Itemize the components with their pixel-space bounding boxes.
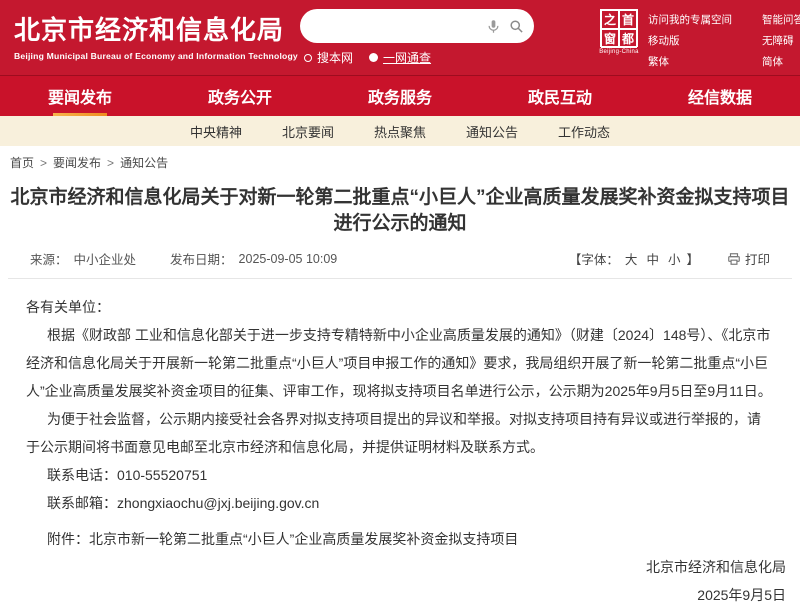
contact-phone-label: 联系电话： [47,467,117,483]
article-meta-row: 来源： 中小企业处 发布日期： 2025-09-05 10:09 【字体： 大 … [30,249,770,268]
font-size-medium-button[interactable]: 中 [646,249,659,268]
nav-item-government-services[interactable]: 政务服务 [320,76,480,116]
capital-window-grid: 之 首 窗 都 [600,9,638,47]
subnav-item-work-updates[interactable]: 工作动态 [558,122,610,141]
font-size-bracket-open: 【字体： [569,249,619,268]
site-brand[interactable]: 北京市经济和信息化局 Beijing Municipal Bureau of E… [14,10,298,61]
logo-char: 都 [619,29,637,48]
scope-one-net-search[interactable]: 一网通查 [369,49,431,66]
subnav-item-beijing-news[interactable]: 北京要闻 [282,122,334,141]
contact-email-value: zhongxiaochu@jxj.beijing.gov.cn [117,495,319,511]
nav-item-government-affairs[interactable]: 政务公开 [160,76,320,116]
article-body: 各有关单位： 根据《财政部 工业和信息化部关于进一步支持专精特新中小企业高质量发… [0,279,800,609]
sub-navigation: 中央精神 北京要闻 热点聚焦 通知公告 工作动态 [0,116,800,146]
signature-date: 2025年9月5日 [26,581,786,609]
attachment-name[interactable]: 北京市新一轮第二批重点“小巨人”企业高质量发展奖补资金拟支持项目 [89,531,518,547]
search-scope-options: 搜本网 一网通查 [300,49,534,66]
paragraph: 根据《财政部 工业和信息化部关于进一步支持专精特新中小企业高质量发展的通知》（财… [26,321,774,405]
article-meta-left: 来源： 中小企业处 发布日期： 2025-09-05 10:09 [30,249,337,268]
publish-date-label: 发布日期： [170,249,233,268]
nav-item-label: 经信数据 [688,84,752,108]
nav-item-label: 政民互动 [528,84,592,108]
logo-char: 窗 [601,29,619,48]
search-icon[interactable] [509,19,524,34]
subnav-item-central-spirit[interactable]: 中央精神 [190,122,242,141]
nav-item-label: 政务公开 [208,84,272,108]
subnav-item-hot-focus[interactable]: 热点聚焦 [374,122,426,141]
source-label: 来源： [30,249,68,268]
breadcrumb-news-release[interactable]: 要闻发布 [53,154,101,171]
publish-date-value: 2025-09-05 10:09 [239,252,338,266]
nav-item-label: 政务服务 [368,84,432,108]
logo-caption: Beijing-China [599,49,639,55]
font-size-bracket-close: 】 [686,249,699,268]
nav-item-public-interaction[interactable]: 政民互动 [480,76,640,116]
signature-organization: 北京市经济和信息化局 [26,553,786,581]
paragraph: 为便于社会监督，公示期内接受社会各界对拟支持项目提出的异议和举报。对拟支持项目持… [26,405,774,461]
logo-char: 之 [601,10,619,29]
active-tab-indicator [53,113,107,116]
source-value: 中小企业处 [74,249,137,268]
quick-links-column-2: 智能问答 无障碍 简体 [762,12,800,69]
contact-email-line: 联系邮箱：zhongxiaochu@jxj.beijing.gov.cn [26,489,774,517]
scope-label: 一网通查 [383,49,431,66]
attachment-label: 附件： [47,531,89,547]
nav-item-news-release[interactable]: 要闻发布 [0,76,160,116]
search-input[interactable] [314,19,478,34]
nav-item-label: 要闻发布 [48,84,112,108]
contact-phone-line: 联系电话：010-55520751 [26,461,774,489]
print-label: 打印 [745,249,770,268]
link-simplified-chinese[interactable]: 简体 [762,54,800,69]
link-mobile-version[interactable]: 移动版 [648,33,732,48]
link-accessibility[interactable]: 无障碍 [762,33,800,48]
print-button[interactable]: 打印 [727,249,770,268]
contact-phone-value: 010-55520751 [117,467,207,483]
font-size-large-button[interactable]: 大 [625,249,638,268]
breadcrumb-current-notices: 通知公告 [120,154,168,171]
radio-ring-icon [304,54,312,62]
article-title: 北京市经济和信息化局关于对新一轮第二批重点“小巨人”企业高质量发展奖补资金拟支持… [2,185,798,237]
breadcrumb-home[interactable]: 首页 [10,154,34,171]
scope-search-this-site[interactable]: 搜本网 [304,49,353,66]
logo-char: 首 [619,10,637,29]
microphone-icon[interactable] [486,19,501,34]
salutation: 各有关单位： [26,293,774,321]
attachment-line: 附件：北京市新一轮第二批重点“小巨人”企业高质量发展奖补资金拟支持项目 [26,525,774,553]
search-box[interactable] [300,9,534,43]
site-title: 北京市经济和信息化局 [14,10,298,47]
contact-email-label: 联系邮箱： [47,495,117,511]
breadcrumb-separator: > [40,156,47,170]
capital-window-logo[interactable]: 之 首 窗 都 Beijing-China [599,9,639,55]
nav-item-economic-data[interactable]: 经信数据 [640,76,800,116]
link-my-space[interactable]: 访问我的专属空间 [648,12,732,27]
printer-icon [727,252,741,266]
article-meta-wrap: 来源： 中小企业处 发布日期： 2025-09-05 10:09 【字体： 大 … [8,249,792,279]
site-header: 北京市经济和信息化局 Beijing Municipal Bureau of E… [0,0,800,75]
search-area: 搜本网 一网通查 [300,9,534,66]
scope-label: 搜本网 [317,49,353,66]
header-quick-links: 访问我的专属空间 移动版 繁体 智能问答 无障碍 简体 [648,12,800,69]
link-smart-qa[interactable]: 智能问答 [762,12,800,27]
link-traditional-chinese[interactable]: 繁体 [648,54,732,69]
font-size-small-button[interactable]: 小 [668,249,681,268]
article-meta-right: 【字体： 大 中 小 】 打印 [569,249,770,268]
breadcrumb: 首页 > 要闻发布 > 通知公告 [0,146,800,173]
main-navigation: 要闻发布 政务公开 政务服务 政民互动 经信数据 [0,75,800,116]
breadcrumb-separator: > [107,156,114,170]
site-title-english: Beijing Municipal Bureau of Economy and … [14,51,298,61]
subnav-item-notices[interactable]: 通知公告 [466,122,518,141]
font-size-control: 【字体： 大 中 小 】 [569,249,699,268]
quick-links-column-1: 访问我的专属空间 移动版 繁体 [648,12,732,69]
radio-dot-icon [369,53,378,62]
article-main: 北京市经济和信息化局关于对新一轮第二批重点“小巨人”企业高质量发展奖补资金拟支持… [0,185,800,609]
